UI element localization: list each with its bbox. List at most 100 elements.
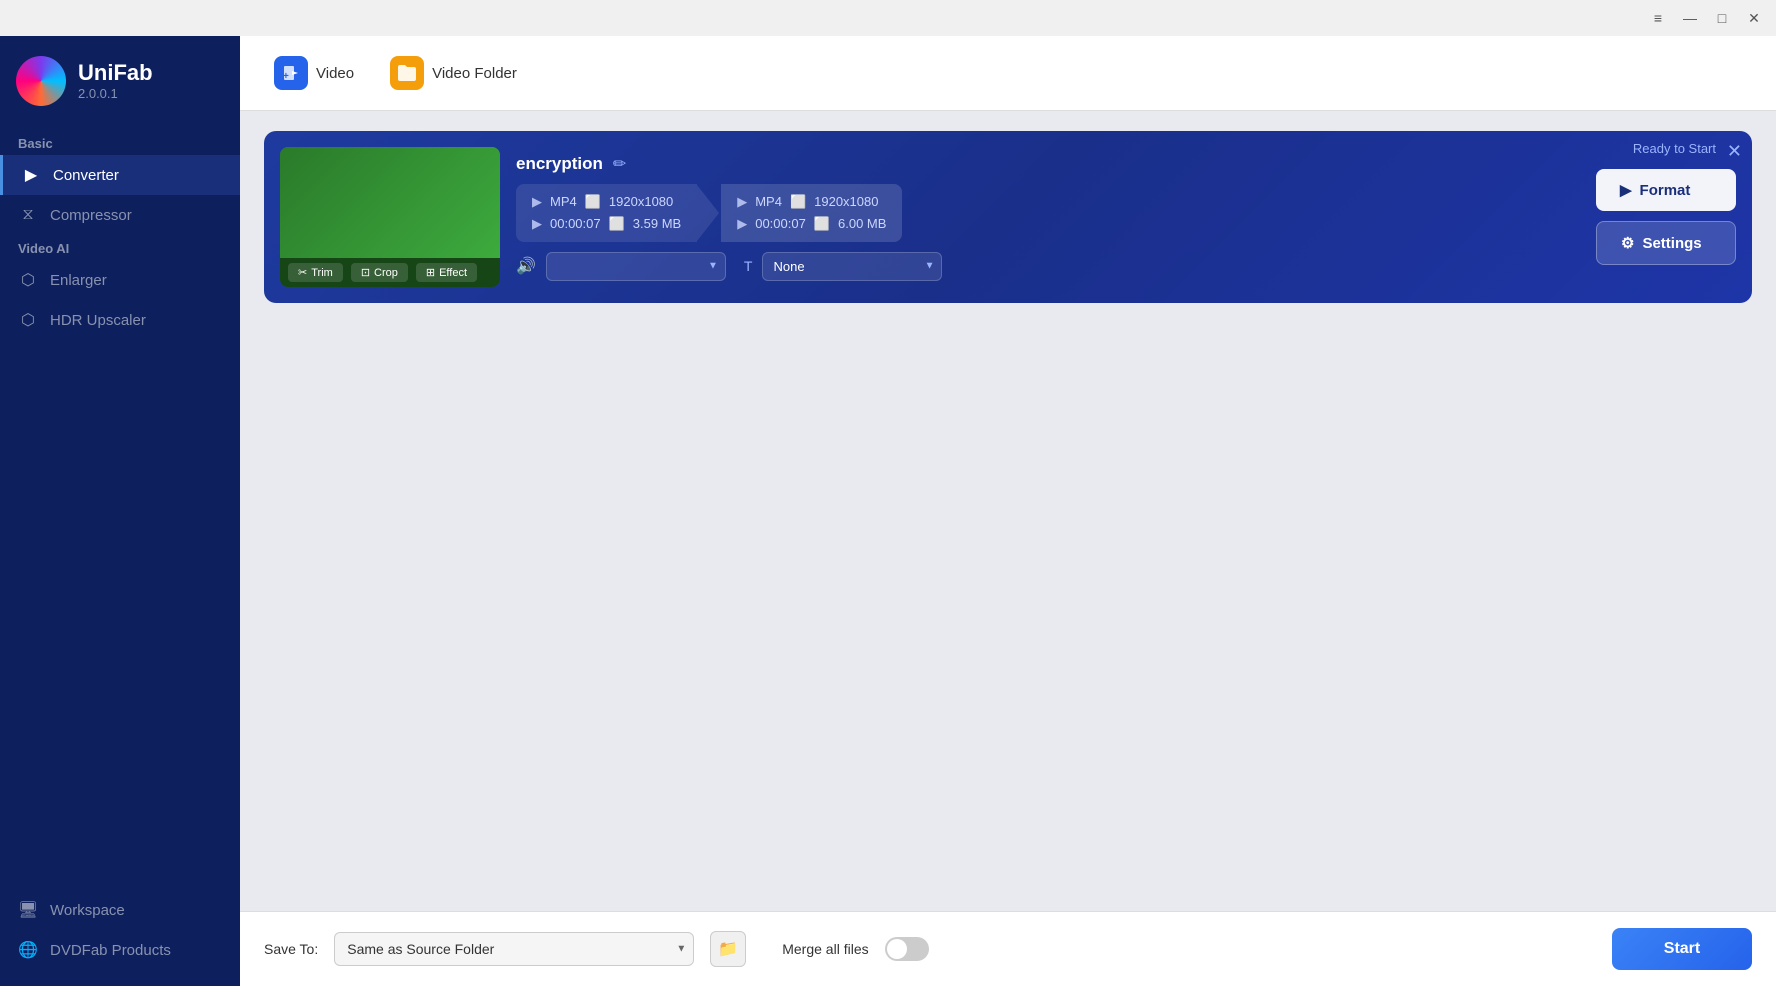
hdr-icon: ⬡ bbox=[18, 310, 38, 330]
target-duration: 00:00:07 bbox=[755, 216, 806, 231]
hdr-label: HDR Upscaler bbox=[50, 312, 146, 329]
trim-icon: ✂ bbox=[298, 266, 307, 279]
settings-btn-label: Settings bbox=[1642, 235, 1701, 252]
video-thumbnail: ✂ Trim ⊡ Crop ⊞ Effect bbox=[280, 147, 500, 287]
subtitle-select[interactable]: None bbox=[762, 252, 942, 281]
sidebar: UniFab 2.0.0.1 Basic ▶ Converter ⧖ Compr… bbox=[0, 36, 240, 986]
bottom-bar: Save To: Same as Source Folder 📁 Merge a… bbox=[240, 911, 1776, 986]
converter-label: Converter bbox=[53, 167, 119, 184]
basic-section-label: Basic bbox=[0, 130, 240, 155]
titlebar: ≡ — □ ✕ bbox=[0, 0, 1776, 36]
browse-folder-button[interactable]: 📁 bbox=[710, 931, 746, 967]
format-btn-icon: ▶ bbox=[1620, 181, 1632, 199]
sidebar-item-enlarger[interactable]: ⬡ Enlarger bbox=[0, 260, 240, 300]
target-size-icon: ⬜ bbox=[814, 216, 830, 232]
source-meta-row: ▶ 00:00:07 ⬜ 3.59 MB bbox=[532, 216, 681, 232]
enlarger-label: Enlarger bbox=[50, 272, 107, 289]
svg-text:+: + bbox=[283, 71, 289, 82]
audio-icon: 🔊 bbox=[516, 256, 536, 276]
trim-button[interactable]: ✂ Trim bbox=[288, 263, 343, 282]
effect-button[interactable]: ⊞ Effect bbox=[416, 263, 477, 282]
sidebar-item-workspace[interactable]: 🖥 Workspace bbox=[0, 890, 240, 930]
close-card-button[interactable]: ✕ bbox=[1727, 141, 1742, 162]
close-button[interactable]: ✕ bbox=[1740, 4, 1768, 32]
sidebar-item-dvdfab[interactable]: 🌐 DVDFab Products bbox=[0, 930, 240, 970]
save-path-wrapper: Same as Source Folder bbox=[334, 932, 694, 966]
app-layout: UniFab 2.0.0.1 Basic ▶ Converter ⧖ Compr… bbox=[0, 36, 1776, 986]
source-res-icon: ⬜ bbox=[585, 194, 601, 210]
target-format-icon: ▶ bbox=[737, 194, 747, 210]
app-name: UniFab bbox=[78, 61, 153, 85]
audio-select-wrapper bbox=[546, 252, 726, 281]
dvdfab-icon: 🌐 bbox=[18, 940, 38, 960]
target-format-row: ▶ MP4 ⬜ 1920x1080 bbox=[737, 194, 886, 210]
source-dur-icon: ▶ bbox=[532, 216, 542, 232]
toolbar: + Video Video Folder bbox=[240, 36, 1776, 111]
ready-label: Ready to Start bbox=[1633, 141, 1716, 156]
logo-icon bbox=[16, 56, 66, 106]
merge-toggle[interactable] bbox=[885, 937, 929, 961]
target-info: ▶ MP4 ⬜ 1920x1080 ▶ 00:00:07 ⬜ 6.00 MB bbox=[721, 184, 902, 242]
add-folder-button[interactable]: Video Folder bbox=[380, 50, 527, 96]
action-buttons: ▶ Format ⚙ Settings bbox=[1596, 169, 1736, 265]
settings-button[interactable]: ⚙ Settings bbox=[1596, 221, 1736, 265]
target-resolution: 1920x1080 bbox=[814, 194, 878, 209]
arrow-separator bbox=[697, 185, 719, 241]
main-content: + Video Video Folder bbox=[240, 36, 1776, 986]
sidebar-item-converter[interactable]: ▶ Converter bbox=[0, 155, 240, 195]
format-btn-label: Format bbox=[1640, 182, 1691, 199]
merge-label: Merge all files bbox=[782, 941, 868, 957]
trim-label: Trim bbox=[311, 267, 333, 279]
options-row: 🔊 T None bbox=[516, 252, 1580, 281]
audio-select[interactable] bbox=[546, 252, 726, 281]
sidebar-item-compressor[interactable]: ⧖ Compressor bbox=[0, 195, 240, 235]
conversion-row: ▶ MP4 ⬜ 1920x1080 ▶ 00:00:07 ⬜ 3.59 MB bbox=[516, 184, 1580, 242]
settings-icon: ⚙ bbox=[1621, 234, 1634, 252]
target-meta-row: ▶ 00:00:07 ⬜ 6.00 MB bbox=[737, 216, 886, 232]
add-video-button[interactable]: + Video bbox=[264, 50, 364, 96]
add-video-label: Video bbox=[316, 65, 354, 82]
add-folder-icon bbox=[390, 56, 424, 90]
source-format-icon: ▶ bbox=[532, 194, 542, 210]
target-res-icon: ⬜ bbox=[790, 194, 806, 210]
logo: UniFab 2.0.0.1 bbox=[0, 36, 240, 130]
workspace-icon: 🖥 bbox=[18, 900, 38, 920]
content-area: ✂ Trim ⊡ Crop ⊞ Effect bbox=[240, 111, 1776, 911]
add-folder-label: Video Folder bbox=[432, 65, 517, 82]
format-button[interactable]: ▶ Format bbox=[1596, 169, 1736, 211]
video-title-row: encryption ✏ bbox=[516, 154, 1580, 174]
edit-icon[interactable]: ✏ bbox=[613, 154, 626, 174]
save-path-select[interactable]: Same as Source Folder bbox=[334, 932, 694, 966]
thumbnail-controls: ✂ Trim ⊡ Crop ⊞ Effect bbox=[280, 258, 500, 287]
maximize-button[interactable]: □ bbox=[1708, 4, 1736, 32]
crop-button[interactable]: ⊡ Crop bbox=[351, 263, 408, 282]
video-ai-section-label: Video AI bbox=[0, 235, 240, 260]
thumbnail-preview bbox=[280, 147, 500, 258]
crop-icon: ⊡ bbox=[361, 266, 370, 279]
source-size: 3.59 MB bbox=[633, 216, 681, 231]
menu-button[interactable]: ≡ bbox=[1644, 4, 1672, 32]
video-info: encryption ✏ ▶ MP4 ⬜ 1920x1080 bbox=[516, 154, 1580, 281]
video-card: ✂ Trim ⊡ Crop ⊞ Effect bbox=[264, 131, 1752, 303]
video-title: encryption bbox=[516, 154, 603, 174]
effect-label: Effect bbox=[439, 267, 467, 279]
compressor-icon: ⧖ bbox=[18, 205, 38, 225]
compressor-label: Compressor bbox=[50, 207, 132, 224]
folder-icon: 📁 bbox=[718, 939, 738, 959]
source-resolution: 1920x1080 bbox=[609, 194, 673, 209]
minimize-button[interactable]: — bbox=[1676, 4, 1704, 32]
dvdfab-label: DVDFab Products bbox=[50, 942, 171, 959]
target-size: 6.00 MB bbox=[838, 216, 886, 231]
start-button[interactable]: Start bbox=[1612, 928, 1752, 970]
app-version: 2.0.0.1 bbox=[78, 86, 153, 101]
crop-label: Crop bbox=[374, 267, 398, 279]
source-size-icon: ⬜ bbox=[609, 216, 625, 232]
sidebar-item-hdr-upscaler[interactable]: ⬡ HDR Upscaler bbox=[0, 300, 240, 340]
target-format: MP4 bbox=[755, 194, 782, 209]
enlarger-icon: ⬡ bbox=[18, 270, 38, 290]
effect-icon: ⊞ bbox=[426, 266, 435, 279]
add-video-icon: + bbox=[274, 56, 308, 90]
source-format: MP4 bbox=[550, 194, 577, 209]
subtitle-select-wrapper: None bbox=[762, 252, 942, 281]
converter-icon: ▶ bbox=[21, 165, 41, 185]
